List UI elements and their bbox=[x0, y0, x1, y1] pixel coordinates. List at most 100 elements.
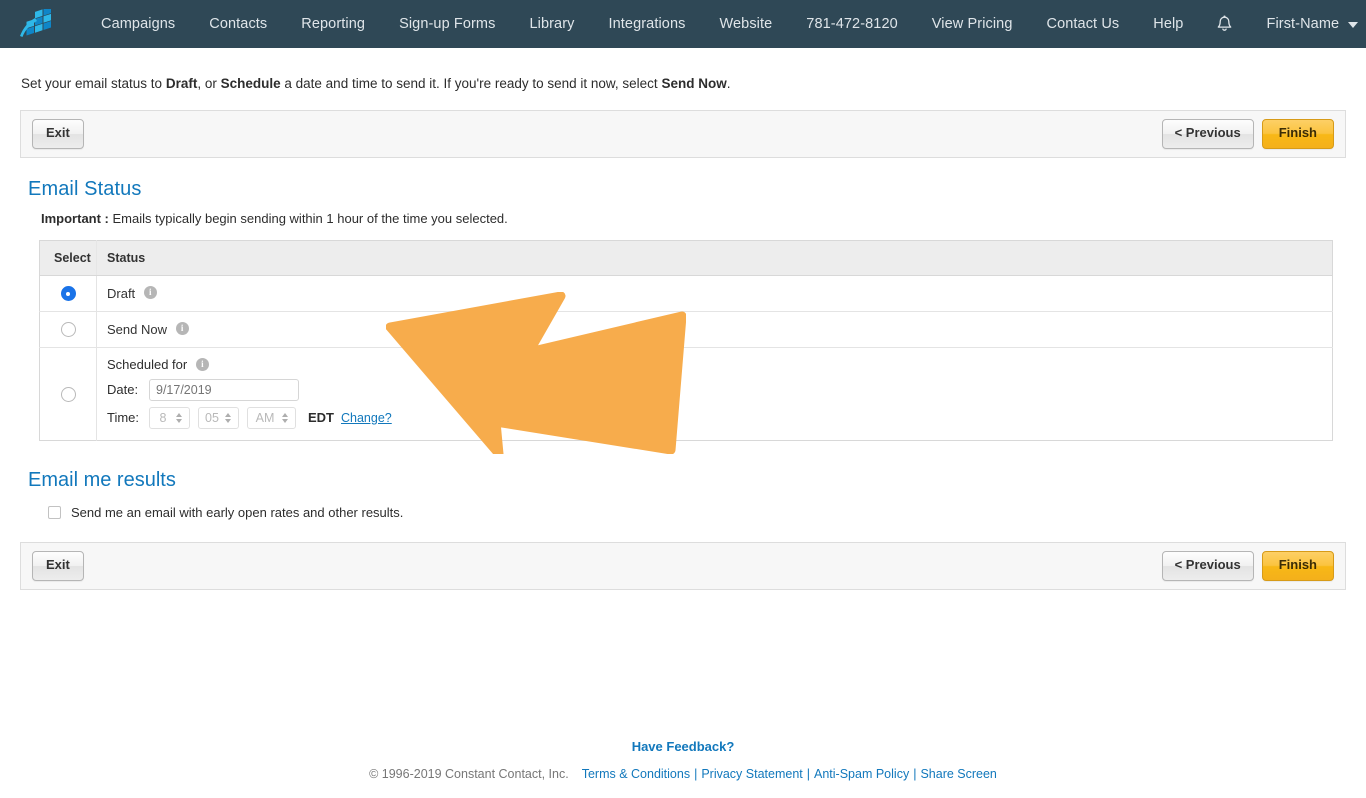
account-name: First-Name bbox=[1266, 16, 1340, 32]
account-menu[interactable]: First-Name bbox=[1249, 0, 1366, 48]
page-content: Set your email status to Draft, or Sched… bbox=[0, 48, 1366, 590]
time-label: Time: bbox=[107, 410, 140, 426]
footer-link-share-screen[interactable]: Share Screen bbox=[920, 767, 996, 781]
hour-stepper[interactable]: 8 bbox=[149, 406, 190, 429]
nav-item-contacts[interactable]: Contacts bbox=[192, 0, 284, 48]
table-row-draft: Draft i bbox=[39, 275, 1333, 312]
draft-status-cell: Draft i bbox=[96, 275, 1333, 312]
top-toolbar: Exit < Previous Finish bbox=[20, 109, 1346, 158]
nav-item-sign-up-forms[interactable]: Sign-up Forms bbox=[382, 0, 512, 48]
finish-button-bottom[interactable]: Finish bbox=[1261, 551, 1334, 581]
exit-button-bottom[interactable]: Exit bbox=[32, 551, 84, 581]
chevron-down-icon bbox=[225, 418, 231, 423]
bottom-toolbar: Exit < Previous Finish bbox=[20, 541, 1346, 590]
nav-item-website[interactable]: Website bbox=[702, 0, 789, 48]
intro-part-2: , or bbox=[197, 76, 221, 91]
column-header-select: Select bbox=[39, 240, 97, 276]
footer-links-row: © 1996-2019 Constant Contact, Inc. Terms … bbox=[0, 767, 1366, 781]
draft-label: Draft bbox=[107, 286, 136, 302]
email-status-table: Select Status Draft i Send Now i Schedul… bbox=[39, 239, 1333, 441]
email-me-results-title: Email me results bbox=[28, 468, 176, 491]
chevron-down-icon bbox=[176, 418, 182, 423]
chevron-down-icon bbox=[1348, 22, 1359, 28]
nav-item-phone-number[interactable]: 781-472-8120 bbox=[789, 0, 915, 48]
meridiem-stepper-arrows[interactable] bbox=[282, 412, 291, 423]
column-header-status: Status bbox=[96, 240, 1333, 276]
date-row: Date: bbox=[107, 378, 1331, 401]
nav-item-help[interactable]: Help bbox=[1136, 0, 1200, 48]
change-timezone-link[interactable]: Change? bbox=[341, 411, 392, 425]
have-feedback-link[interactable]: Have Feedback? bbox=[632, 739, 735, 754]
scheduled-for-heading: Scheduled for i bbox=[107, 357, 1331, 372]
chevron-up-icon bbox=[282, 412, 288, 417]
exit-button-top[interactable]: Exit bbox=[32, 119, 84, 149]
top-navigation-bar: Campaigns Contacts Reporting Sign-up For… bbox=[0, 0, 1366, 48]
meridiem-value: AM bbox=[255, 410, 275, 425]
minute-value: 05 bbox=[205, 410, 219, 425]
page-footer: Have Feedback? © 1996-2019 Constant Cont… bbox=[0, 738, 1366, 781]
scheduled-select-cell bbox=[39, 347, 97, 441]
radio-draft[interactable] bbox=[60, 286, 76, 302]
bottom-toolbar-wrapper: Exit < Previous Finish bbox=[20, 541, 1346, 590]
constant-contact-logo[interactable] bbox=[16, 9, 56, 39]
hour-stepper-arrows[interactable] bbox=[176, 412, 185, 423]
table-row-send-now: Send Now i bbox=[39, 311, 1333, 348]
send-now-status-cell: Send Now i bbox=[96, 311, 1333, 348]
email-status-title: Email Status bbox=[28, 177, 142, 200]
meridiem-stepper[interactable]: AM bbox=[247, 406, 296, 429]
bell-glyph bbox=[1218, 15, 1232, 31]
previous-button-top[interactable]: < Previous bbox=[1161, 119, 1254, 149]
intro-part-3: a date and time to send it. If you're re… bbox=[280, 76, 662, 91]
scheduled-status-cell: Scheduled for i Date: Time: 8 bbox=[97, 347, 1333, 440]
intro-part-4: . bbox=[726, 76, 731, 91]
draft-select-cell bbox=[39, 275, 97, 312]
footer-link-anti-spam[interactable]: Anti-Spam Policy bbox=[814, 767, 909, 781]
footer-link-terms[interactable]: Terms & Conditions bbox=[582, 767, 690, 781]
send-now-info-icon[interactable]: i bbox=[175, 322, 189, 336]
finish-button-top[interactable]: Finish bbox=[1261, 119, 1334, 149]
footer-separator: | bbox=[913, 767, 917, 781]
radio-send-now[interactable] bbox=[60, 322, 76, 338]
scheduled-info-icon[interactable]: i bbox=[195, 357, 209, 371]
intro-bold-draft: Draft bbox=[165, 76, 198, 91]
nav-item-integrations[interactable]: Integrations bbox=[591, 0, 702, 48]
notification-bell-icon[interactable] bbox=[1200, 15, 1249, 34]
timezone-label: EDT bbox=[308, 410, 334, 426]
nav-item-campaigns[interactable]: Campaigns bbox=[84, 0, 192, 48]
important-label: Important : bbox=[41, 210, 109, 226]
intro-bold-send-now: Send Now bbox=[661, 76, 727, 91]
email-me-results-row: Send me an email with early open rates a… bbox=[48, 505, 1346, 520]
previous-button-bottom[interactable]: < Previous bbox=[1161, 551, 1254, 581]
radio-scheduled[interactable] bbox=[60, 386, 76, 402]
table-head: Select Status bbox=[39, 240, 1333, 276]
important-text: Emails typically begin sending within 1 … bbox=[108, 210, 508, 226]
nav-item-view-pricing[interactable]: View Pricing bbox=[915, 0, 1030, 48]
chevron-up-icon bbox=[225, 412, 231, 417]
intro-bold-schedule: Schedule bbox=[220, 76, 281, 91]
copyright-text: © 1996-2019 Constant Contact, Inc. bbox=[369, 767, 569, 781]
date-label: Date: bbox=[107, 382, 139, 398]
scheduled-for-label: Scheduled for bbox=[107, 356, 188, 372]
primary-nav-items: Campaigns Contacts Reporting Sign-up For… bbox=[84, 0, 1366, 48]
chevron-down-icon bbox=[282, 418, 288, 423]
date-input[interactable] bbox=[149, 378, 299, 401]
email-results-label: Send me an email with early open rates a… bbox=[71, 504, 404, 520]
minute-stepper[interactable]: 05 bbox=[198, 406, 239, 429]
draft-info-icon[interactable]: i bbox=[143, 286, 157, 300]
footer-link-privacy[interactable]: Privacy Statement bbox=[701, 767, 802, 781]
email-results-checkbox[interactable] bbox=[48, 505, 61, 519]
time-row: Time: 8 05 AM EDT Change? bbox=[107, 406, 1331, 429]
hour-value: 8 bbox=[159, 410, 167, 425]
minute-stepper-arrows[interactable] bbox=[225, 412, 234, 423]
footer-separator: | bbox=[694, 767, 698, 781]
nav-item-contact-us[interactable]: Contact Us bbox=[1030, 0, 1137, 48]
nav-item-library[interactable]: Library bbox=[512, 0, 591, 48]
logo-svg bbox=[20, 9, 51, 37]
send-now-select-cell bbox=[39, 311, 97, 348]
table-row-scheduled: Scheduled for i Date: Time: 8 bbox=[39, 347, 1333, 441]
table-body: Draft i Send Now i Scheduled for i Date:… bbox=[39, 275, 1333, 441]
chevron-up-icon bbox=[176, 412, 182, 417]
footer-separator: | bbox=[806, 767, 811, 781]
secondary-nav-items: 781-472-8120 View Pricing Contact Us Hel… bbox=[789, 0, 1366, 48]
nav-item-reporting[interactable]: Reporting bbox=[284, 0, 382, 48]
